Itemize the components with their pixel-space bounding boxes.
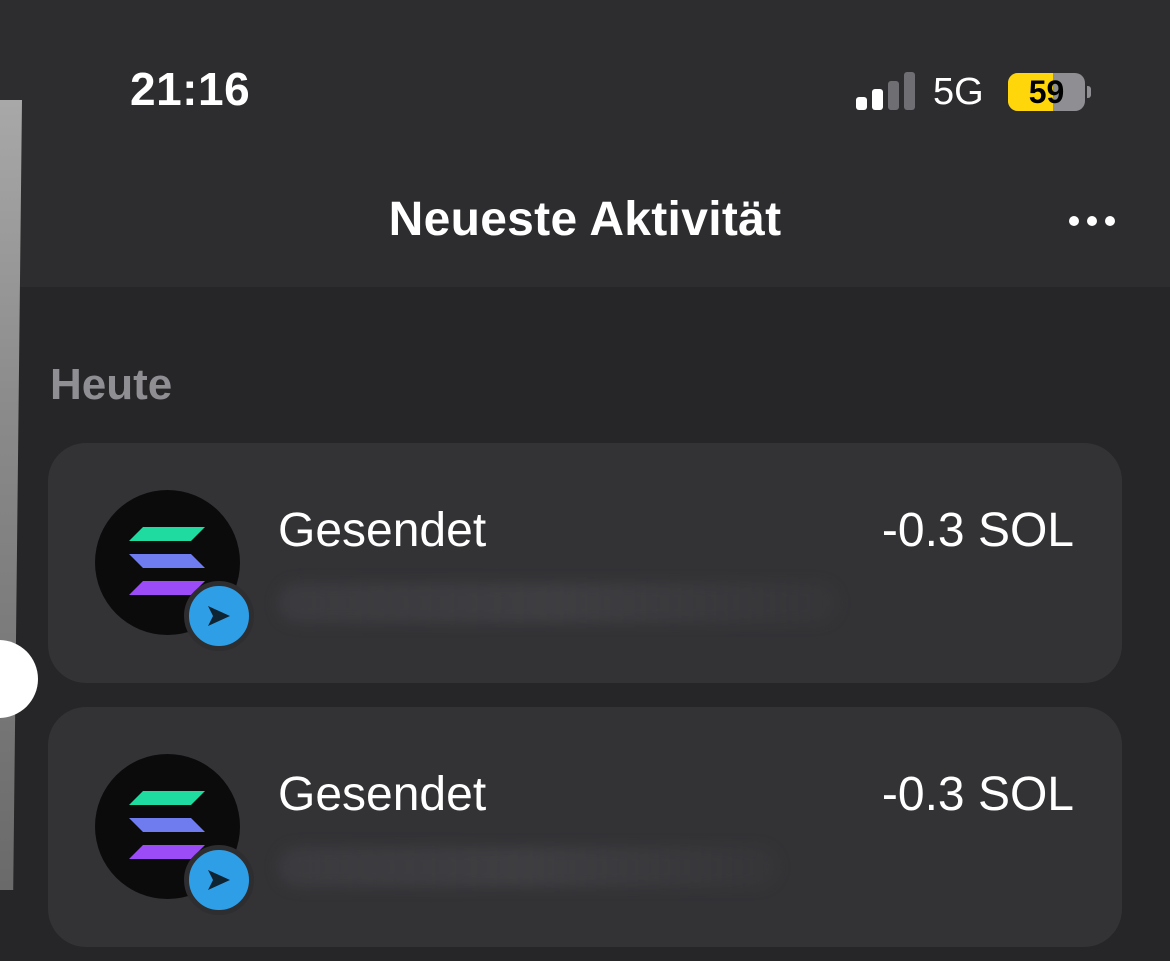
section-header-today: Heute: [50, 360, 173, 409]
send-arrow-icon: [208, 606, 230, 626]
redacted-address: [278, 847, 778, 887]
battery-icon: 59: [1008, 73, 1085, 111]
drag-handle[interactable]: [0, 640, 38, 718]
activity-amount: -0.3 SOL: [881, 504, 1074, 557]
send-arrow-icon: [208, 870, 230, 890]
screen: 21:16 5G 59 Neueste Aktivität Heute Gese…: [0, 0, 1170, 961]
more-horizontal-icon: [1069, 216, 1115, 226]
battery-nub: [1087, 86, 1091, 98]
signal-strength-icon: [856, 72, 916, 110]
page-title: Neueste Aktivität: [388, 193, 782, 246]
solana-logo-icon: [129, 527, 205, 595]
status-time: 21:16: [130, 63, 251, 115]
background-sheet-edge: [0, 100, 22, 890]
more-button[interactable]: [1062, 200, 1122, 242]
activity-amount: -0.3 SOL: [881, 768, 1074, 821]
activity-title: Gesendet: [278, 504, 487, 557]
send-badge: [184, 581, 254, 651]
activity-item[interactable]: Gesendet -0.3 SOL: [48, 443, 1122, 683]
battery-level: 59: [1028, 74, 1065, 110]
network-type: 5G: [933, 71, 984, 113]
solana-logo-icon: [129, 791, 205, 859]
activity-item[interactable]: Gesendet -0.3 SOL: [48, 707, 1122, 947]
activity-title: Gesendet: [278, 768, 487, 821]
redacted-address: [278, 583, 838, 623]
send-badge: [184, 845, 254, 915]
